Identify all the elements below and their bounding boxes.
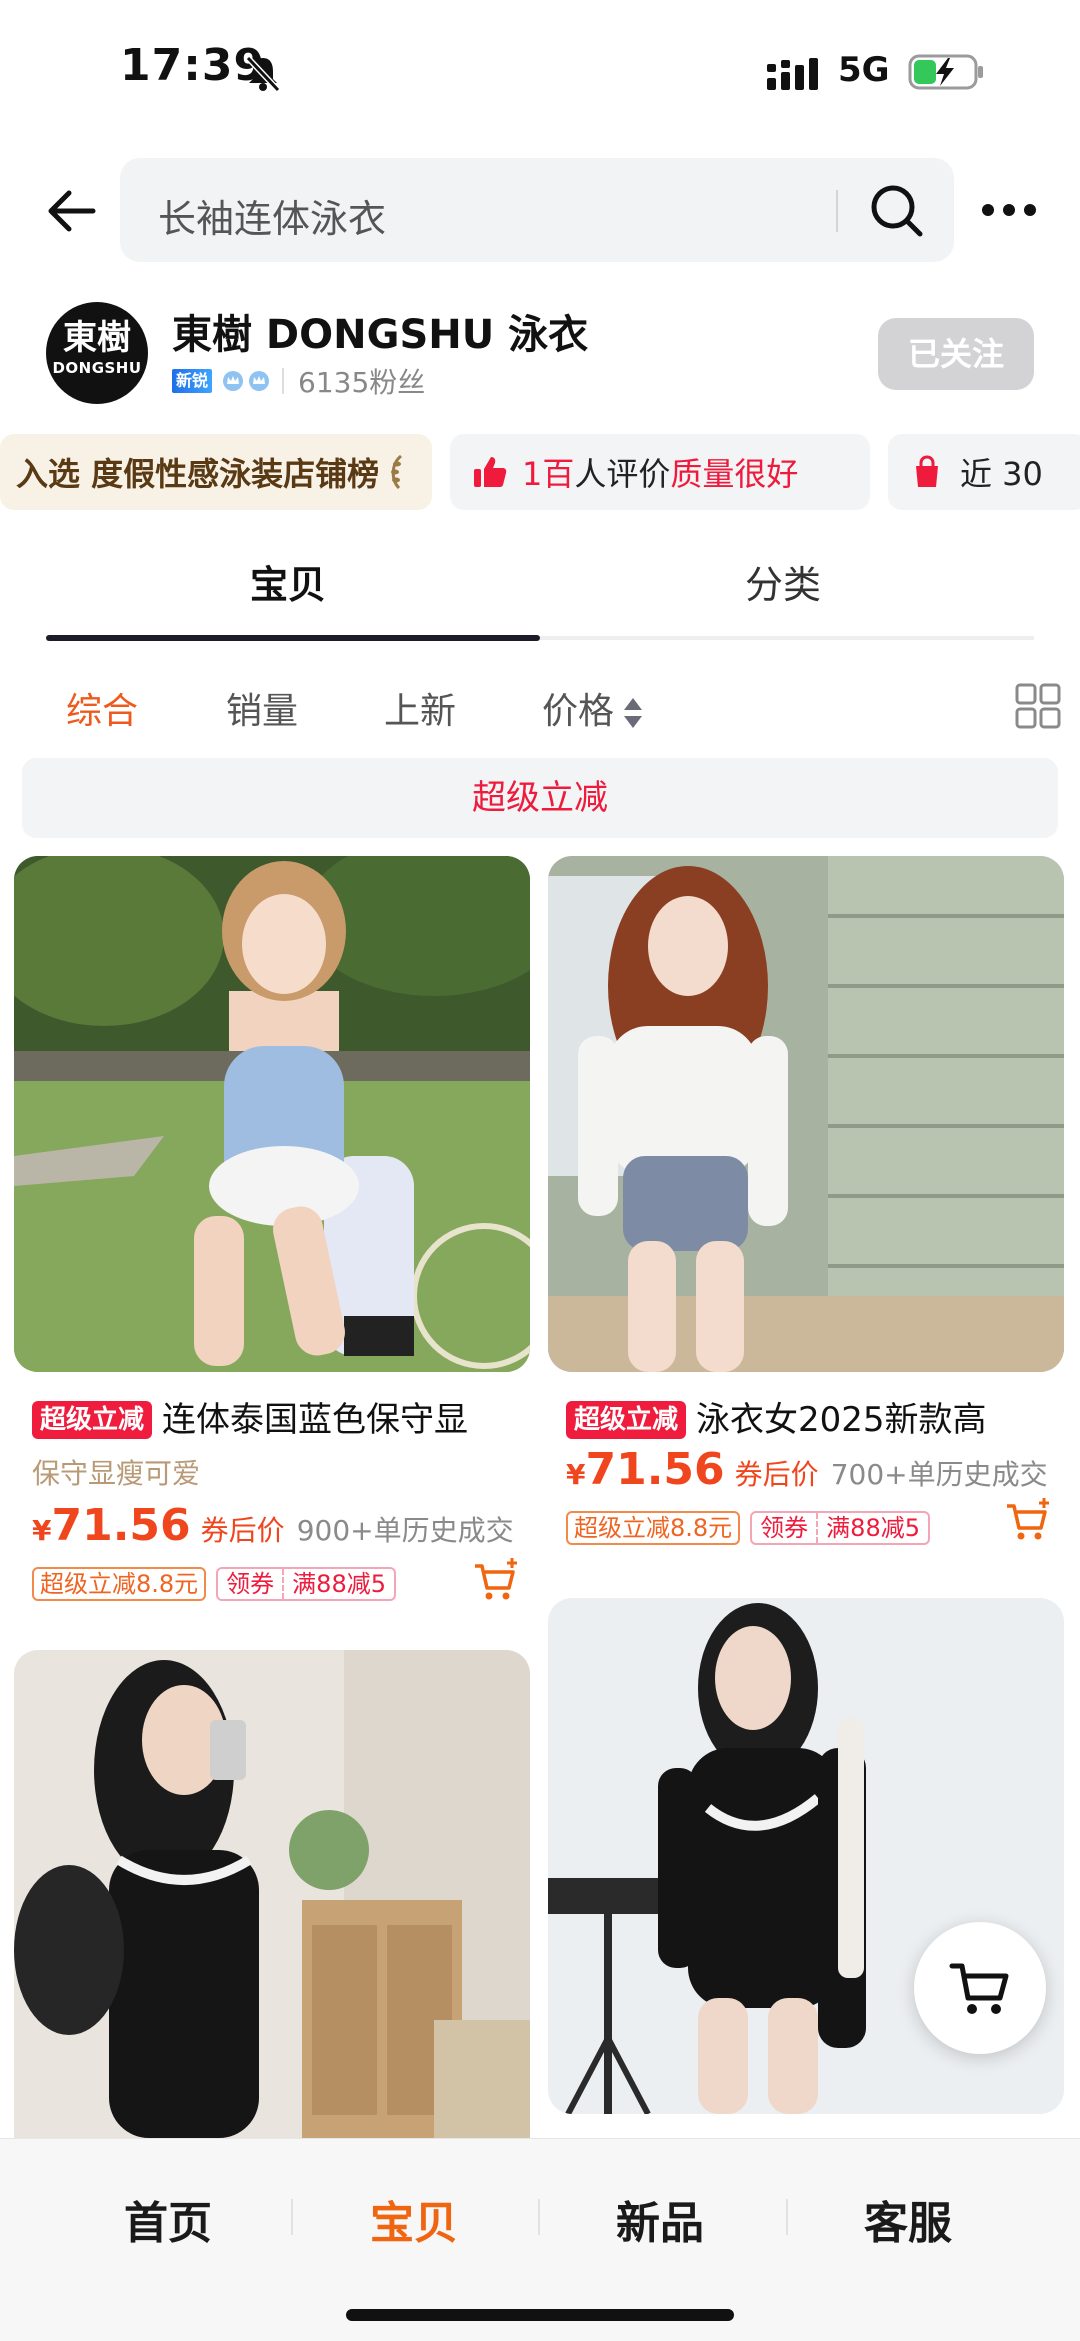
crown-icon <box>223 371 244 391</box>
sold-count: 900+单历史成交 <box>296 1514 514 1547</box>
grid-view-icon[interactable] <box>1014 682 1062 730</box>
store-info: 東樹 DONGSHU 東樹 DONGSHU 泳衣 新锐 6135粉丝 已关注 <box>0 292 1080 422</box>
home-indicator <box>346 2309 734 2321</box>
bottom-navigation: 首页 宝贝 新品 客服 <box>0 2138 1080 2341</box>
search-icon[interactable] <box>866 180 926 240</box>
tab-active-indicator <box>46 635 540 641</box>
nav-new-arrivals[interactable]: 新品 <box>580 2187 740 2251</box>
follow-button[interactable]: 已关注 <box>878 318 1034 390</box>
bell-off-icon <box>245 55 281 93</box>
coupon-row: 超级立减8.8元 领券 满88减5 <box>32 1566 396 1602</box>
super-discount-banner[interactable]: 超级立减 <box>22 758 1058 838</box>
recent-sales-text: 近 30 <box>960 455 1043 493</box>
crown-icon <box>249 371 270 391</box>
claim-coupon-rule: 满88减5 <box>292 1570 386 1598</box>
product-title-text: 连体泰国蓝色保守显 <box>162 1400 469 1440</box>
sort-arrows-icon <box>624 698 643 728</box>
after-coupon-label: 券后价 <box>734 1458 819 1491</box>
product-title[interactable]: 超级立减 泳衣女2025新款高 <box>566 1392 1066 1440</box>
network-label: 5G <box>838 50 890 90</box>
cart-icon <box>949 1963 1009 2014</box>
price-row: ¥ 71.56 券后价 700+单历史成交 <box>566 1444 1048 1495</box>
tab-categories[interactable]: 分类 <box>745 554 821 609</box>
store-fans-count: 6135粉丝 <box>298 366 426 399</box>
claim-coupon-label: 领券 <box>752 1513 819 1543</box>
add-to-cart-icon[interactable] <box>1004 1496 1052 1544</box>
sort-price-label: 价格 <box>542 691 615 732</box>
more-dots-icon <box>982 204 1036 216</box>
claim-coupon-rule: 满88减5 <box>826 1514 920 1542</box>
thumbs-up-icon <box>474 457 507 487</box>
laurel-icon <box>391 454 403 490</box>
store-tabs: 宝贝 分类 <box>0 536 1080 646</box>
store-badges: 新锐 6135粉丝 <box>172 364 426 399</box>
signal-icon <box>767 58 818 90</box>
arrow-left-icon <box>48 190 96 232</box>
nav-divider <box>786 2199 788 2235</box>
product-title-text: 泳衣女2025新款高 <box>696 1400 987 1440</box>
search-input[interactable]: 长袖连体泳衣 <box>120 158 954 262</box>
product-image[interactable] <box>548 856 1064 1372</box>
search-header: 长袖连体泳衣 <box>0 150 1080 280</box>
status-bar: 17:39 5G <box>0 0 1080 150</box>
recent-sales-chip[interactable]: 近 30 <box>888 434 1080 510</box>
currency-symbol: ¥ <box>32 1514 52 1547</box>
claim-coupon[interactable]: 领券 满88减5 <box>216 1567 396 1601</box>
shopping-bag-icon <box>916 455 938 487</box>
store-name[interactable]: 東樹 DONGSHU 泳衣 <box>172 302 588 360</box>
nav-customer-service[interactable]: 客服 <box>828 2187 988 2251</box>
more-options-button[interactable] <box>974 180 1044 240</box>
review-chip[interactable]: 1百 人评价 质量很好 <box>450 434 870 510</box>
product-image[interactable] <box>14 1650 530 2138</box>
back-button[interactable] <box>38 178 104 244</box>
nav-divider <box>538 2199 540 2235</box>
currency-symbol: ¥ <box>566 1458 586 1491</box>
sort-price[interactable]: 价格 <box>542 682 644 734</box>
review-count: 1百 <box>522 455 575 493</box>
sort-comprehensive[interactable]: 综合 <box>66 682 138 734</box>
badge-divider <box>282 368 285 394</box>
super-discount-tag: 超级立减 <box>32 1401 153 1439</box>
store-logo-text: 東樹 <box>63 318 131 358</box>
coupon-row: 超级立减8.8元 领券 满88减5 <box>566 1510 930 1546</box>
floating-cart-button[interactable] <box>914 1922 1046 2054</box>
product-price: 71.56 <box>51 1500 191 1551</box>
product-card[interactable] <box>548 1598 1064 2138</box>
product-card[interactable]: 超级立减 泳衣女2025新款高 ¥ 71.56 券后价 700+单历史成交 超级立… <box>548 856 1064 1556</box>
product-subtitle: 保守显瘦可爱 <box>32 1457 201 1490</box>
sort-sales[interactable]: 销量 <box>226 682 298 734</box>
product-price: 71.56 <box>585 1444 725 1495</box>
sort-newest[interactable]: 上新 <box>384 682 456 734</box>
price-row: ¥ 71.56 券后价 900+单历史成交 <box>32 1500 514 1551</box>
store-logo[interactable]: 東樹 DONGSHU <box>46 302 148 404</box>
sort-bar: 综合 销量 上新 价格 <box>0 668 1080 748</box>
battery-charging-icon <box>908 54 983 90</box>
store-level-badge: 新锐 <box>172 369 213 393</box>
product-title[interactable]: 超级立减 连体泰国蓝色保守显 <box>32 1392 532 1440</box>
store-logo-subtext: DONGSHU <box>52 359 142 377</box>
store-rank-text: 入选 度假性感泳装店铺榜 <box>16 455 380 493</box>
discount-coupon[interactable]: 超级立减8.8元 <box>566 1511 741 1545</box>
add-to-cart-icon[interactable] <box>472 1556 520 1604</box>
nav-home[interactable]: 首页 <box>88 2187 248 2251</box>
super-discount-tag: 超级立减 <box>566 1401 687 1439</box>
tab-items[interactable]: 宝贝 <box>250 554 326 609</box>
nav-divider <box>291 2199 293 2235</box>
store-rank-chip[interactable]: 入选 度假性感泳装店铺榜 <box>0 434 432 510</box>
product-card[interactable] <box>14 1650 530 2138</box>
search-query: 长袖连体泳衣 <box>158 197 387 241</box>
claim-coupon-label: 领券 <box>218 1569 285 1599</box>
search-divider <box>836 190 838 232</box>
after-coupon-label: 券后价 <box>200 1514 285 1547</box>
claim-coupon[interactable]: 领券 满88减5 <box>750 1511 930 1545</box>
product-card[interactable]: 超级立减 连体泰国蓝色保守显 保守显瘦可爱 ¥ 71.56 券后价 900+单历史… <box>14 856 530 1616</box>
review-highlight: 质量很好 <box>670 455 799 493</box>
discount-coupon[interactable]: 超级立减8.8元 <box>32 1567 207 1601</box>
product-image[interactable] <box>14 856 530 1372</box>
store-highlight-chips: 入选 度假性感泳装店铺榜 1百 人评价 质量很好 近 30 <box>0 434 1080 512</box>
nav-items[interactable]: 宝贝 <box>334 2187 494 2251</box>
review-label: 人评价 <box>574 455 671 493</box>
sold-count: 700+单历史成交 <box>830 1458 1048 1491</box>
